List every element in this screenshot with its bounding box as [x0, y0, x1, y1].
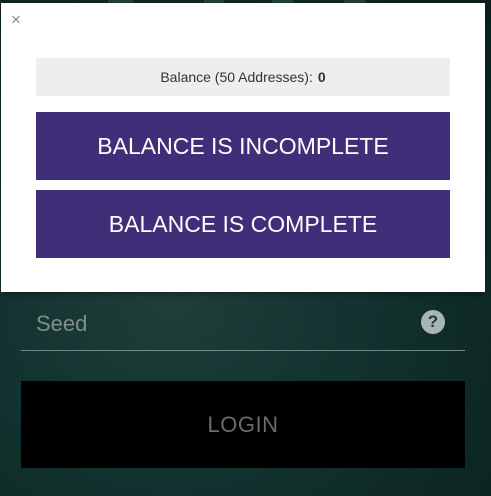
- balance-complete-label: BALANCE IS COMPLETE: [108, 210, 378, 237]
- balance-incomplete-label: BALANCE IS INCOMPLETE: [97, 132, 389, 159]
- seed-placeholder: Seed: [36, 311, 88, 336]
- login-button-label: LOGIN: [207, 411, 279, 437]
- balance-label: Balance (50 Addresses):: [160, 69, 313, 85]
- seed-input[interactable]: Seed ?: [21, 293, 465, 351]
- close-icon[interactable]: ×: [11, 11, 21, 28]
- balance-summary: Balance (50 Addresses): 0: [36, 58, 450, 96]
- balance-complete-button[interactable]: BALANCE IS COMPLETE: [36, 190, 450, 258]
- balance-value: 0: [317, 69, 326, 85]
- balance-modal: × Balance (50 Addresses): 0 BALANCE IS I…: [1, 3, 485, 292]
- login-button[interactable]: LOGIN: [21, 381, 465, 468]
- help-icon[interactable]: ?: [421, 310, 445, 334]
- balance-incomplete-button[interactable]: BALANCE IS INCOMPLETE: [36, 112, 450, 180]
